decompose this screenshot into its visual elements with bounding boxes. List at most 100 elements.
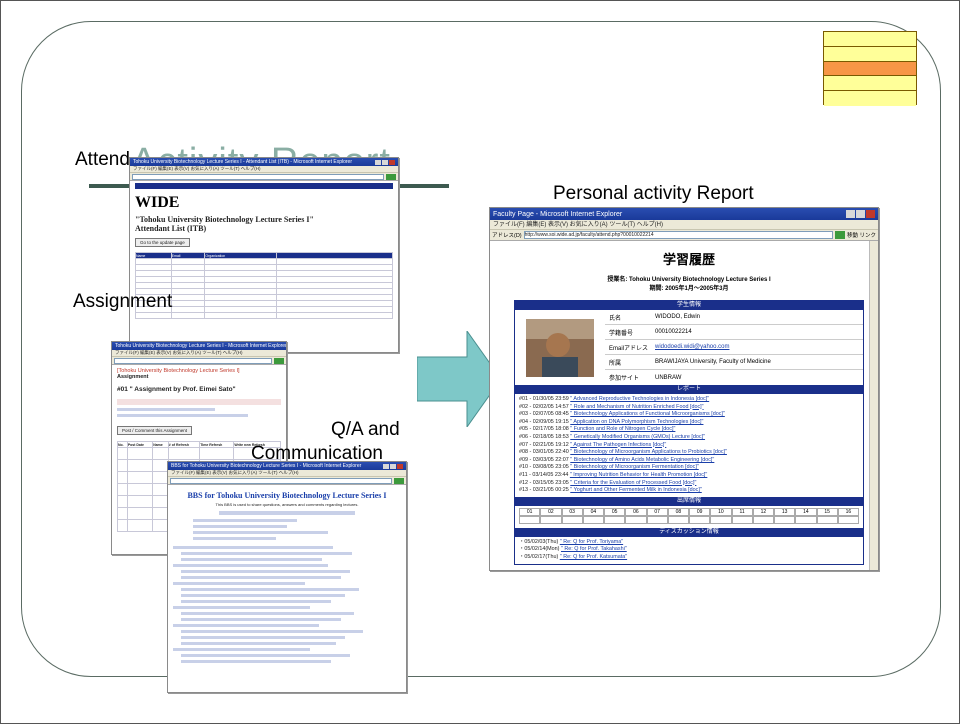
attendance-col: 16	[837, 507, 859, 516]
report-link[interactable]: " Yoghurt and Other Fermented Milk in In…	[570, 487, 701, 493]
report-link[interactable]: " Function and Role of Nitrogen Cycle [d…	[570, 426, 675, 432]
page-title: 学習履歴	[662, 252, 715, 267]
bbs-nav-links[interactable]	[218, 511, 356, 515]
report-item: #11 - 03/14/05 23:44 " Improving Nutriti…	[519, 471, 708, 478]
report-number: #13	[519, 487, 528, 494]
attend-titlebar: Tohoku University Biotechnology Lecture …	[130, 158, 398, 166]
update-page-button[interactable]: Go to the update page	[135, 238, 190, 247]
attendance-col: 15	[816, 507, 838, 516]
address-field[interactable]: http://www.soi.wide.ad.jp/faculty/attend…	[523, 231, 833, 239]
report-date: 02/17/05 18:08	[532, 426, 569, 433]
links-label[interactable]: 移動 リンク	[847, 231, 876, 239]
assignment-subheading: Assignment	[117, 374, 149, 380]
attendance-col: 05	[604, 507, 626, 516]
report-link[interactable]: " Application on DNA Polymorphism Techno…	[570, 419, 703, 425]
personal-addressbar[interactable]: アドレス(D) http://www.soi.wide.ad.jp/facult…	[490, 230, 878, 241]
student-info-header: 学生情報	[515, 301, 863, 310]
field-label: 所属	[609, 360, 622, 367]
report-link[interactable]: " Biotechnology of Microorganism Applica…	[570, 449, 727, 455]
personal-titlebar-text: Faculty Page - Microsoft Internet Explor…	[493, 210, 623, 218]
attendance-cell	[731, 515, 753, 524]
attendance-col: 01	[519, 507, 541, 516]
course-line1: 授業名: Tohoku University Biotechnology Lec…	[607, 277, 771, 283]
field-label: 氏名	[609, 315, 622, 322]
attendance-cell	[625, 515, 647, 524]
email-link[interactable]: widodoedi.widi@yahoo.com	[655, 344, 863, 350]
attend-window: Tohoku University Biotechnology Lecture …	[129, 157, 399, 353]
discussion-date: 05/02/17(Thu)	[524, 553, 559, 560]
bbs-addressbar[interactable]	[168, 477, 406, 485]
label-communication: Communication	[251, 443, 383, 464]
discussion-header: ディスカッション情報	[515, 527, 863, 537]
assignment-menubar[interactable]: ファイル(F) 編集(E) 表示(V) お気に入り(A) ツール(T) ヘルプ(…	[112, 350, 286, 357]
report-link[interactable]: " Improving Nutrition Behavior for Healt…	[570, 472, 707, 478]
discussion-item: ・05/02/03(Thu) " Re: Q for Prof. Toriyam…	[519, 538, 624, 545]
label-assignment: Assignment	[73, 291, 173, 312]
personal-menubar[interactable]: ファイル(F) 編集(E) 表示(V) お気に入り(A) ツール(T) ヘルプ(…	[490, 220, 878, 230]
field-affiliation: 所属 BRAWIJAYA University, Faculty of Medic…	[605, 355, 863, 370]
attendant-table: Name Email Organization	[135, 252, 393, 319]
report-date: 02/09/05 19:15	[532, 418, 569, 425]
report-link[interactable]: " Biotechnology Applications of Function…	[570, 411, 725, 417]
field-label: 学籍番号	[609, 330, 634, 337]
report-link[interactable]: " Advanced Reproductive Technologies in …	[570, 396, 709, 402]
slide: Activity Report Tohoku University Biotec…	[0, 0, 960, 724]
discussion-link[interactable]: " Re: Q for Prof. Takahashi"	[561, 546, 627, 552]
attendance-col: 09	[689, 507, 711, 516]
go-icon[interactable]	[394, 477, 404, 484]
report-header: レポート	[515, 385, 863, 394]
report-number: #09	[519, 456, 528, 463]
report-date: 03/01/05 22:40	[532, 449, 569, 456]
discussion-date: 05/02/14(Mon)	[524, 546, 560, 553]
report-item: #06 - 02/18/05 18:53 " Genetically Modif…	[519, 433, 706, 440]
field-site: 参加サイト UNBRAW	[605, 370, 863, 385]
bbs-window: BBS for Tohoku University Biotechnology …	[167, 461, 407, 693]
field-value: BRAWIJAYA University, Faculty of Medicin…	[655, 359, 771, 365]
bbs-menubar[interactable]: ファイル(F) 編集(E) 表示(V) お気に入り(A) ツール(T) ヘルプ(…	[168, 470, 406, 477]
report-link[interactable]: " Genetically Modified Organisms (GMOs) …	[570, 434, 705, 440]
attendance-col: 04	[582, 507, 604, 516]
field-label: 参加サイト	[609, 376, 640, 382]
go-icon[interactable]	[386, 173, 396, 180]
discussion-link[interactable]: " Re: Q for Prof. Toriyama"	[560, 539, 623, 545]
attendance-col: 12	[752, 507, 774, 516]
report-link[interactable]: " Criteria for the Evaluation of Process…	[570, 480, 696, 486]
personal-titlebar: Faculty Page - Microsoft Internet Explor…	[490, 208, 878, 220]
scrollbar[interactable]	[869, 241, 878, 570]
attendance-col: 14	[795, 507, 817, 516]
attend-nav-bar[interactable]	[135, 183, 393, 189]
report-date: 03/21/05 00:25	[532, 487, 569, 494]
attendance-header: 出席情報	[515, 496, 863, 506]
field-email: Emailアドレス widodoedi.widi@yahoo.com	[605, 340, 863, 355]
report-date: 02/21/05 19:12	[532, 441, 569, 448]
report-number: #08	[519, 449, 528, 456]
post-comment-button[interactable]: Post / Comment this Assignment	[117, 426, 193, 435]
report-item: #08 - 03/01/05 22:40 " Biotechnology of …	[519, 449, 727, 456]
report-number: #05	[519, 426, 528, 433]
discussion-item: ・05/02/14(Mon) " Re: Q for Prof. Takahas…	[519, 546, 627, 553]
label-attend: Attend	[75, 149, 130, 170]
personal-report-window: Faculty Page - Microsoft Internet Explor…	[489, 207, 879, 571]
attend-menubar[interactable]: ファイル(F) 編集(E) 表示(V) お気に入り(A) ツール(T) ヘルプ(…	[130, 166, 398, 173]
student-photo-image	[526, 318, 594, 377]
report-item: #13 - 03/21/05 00:25 " Yoghurt and Other…	[519, 487, 702, 494]
report-link[interactable]: " Biotechnology of Amino Acids Metabolic…	[570, 457, 714, 463]
attendance-cell	[837, 515, 859, 524]
assignment-addressbar[interactable]	[112, 357, 286, 365]
attendance-col: 13	[774, 507, 796, 516]
report-number: #04	[519, 418, 528, 425]
go-icon[interactable]	[274, 357, 284, 364]
attend-addressbar[interactable]	[130, 173, 398, 181]
discussion-item: ・05/02/17(Thu) " Re: Q for Prof. Katsuma…	[519, 553, 628, 560]
discussion-link[interactable]: " Re: Q for Prof. Katsumata"	[560, 554, 627, 560]
bbs-thread-list[interactable]	[173, 546, 401, 663]
label-personal-report: Personal activity Report	[553, 183, 754, 204]
report-number: #06	[519, 433, 528, 440]
report-date: 03/15/05 23:05	[532, 479, 569, 486]
report-link[interactable]: " Biotechnology of Microorganism Ferment…	[570, 464, 698, 470]
attendance-cell	[752, 515, 774, 524]
report-link[interactable]: " Against The Pathogen Infections [doc]"	[570, 442, 666, 448]
report-link[interactable]: " Role and Mechanism of Nutrition Enrich…	[570, 404, 703, 410]
go-icon[interactable]	[834, 231, 845, 239]
assignment-title: #01 " Assignment by Prof. Eimei Sato"	[117, 386, 236, 393]
